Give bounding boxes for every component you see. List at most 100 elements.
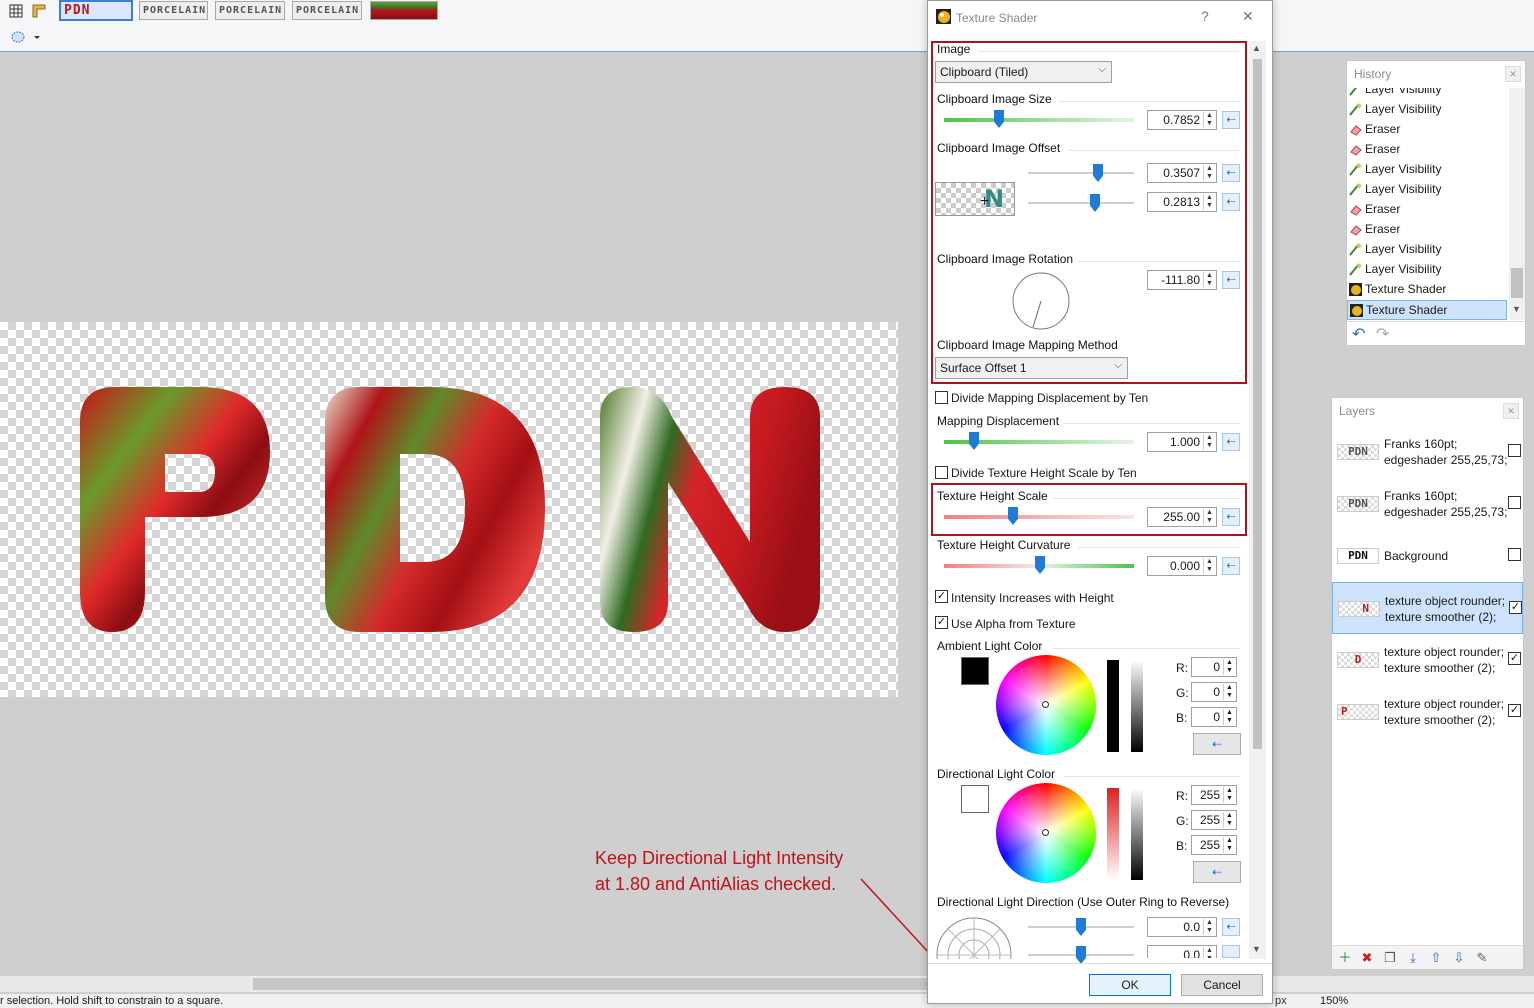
history-item[interactable]: Layer Visibility (1347, 100, 1507, 120)
ambient-r-input[interactable]: 0 ▲ ▼ (1191, 657, 1237, 677)
history-item[interactable]: Eraser (1347, 140, 1507, 160)
offset-preview[interactable]: N + (935, 182, 1015, 216)
ok-button[interactable]: OK (1089, 974, 1171, 996)
image-tab-porcelain-2[interactable]: PORCELAIN (215, 1, 285, 20)
layer-visibility-checkbox[interactable]: ✓ (1508, 704, 1521, 717)
layer-row[interactable]: PDN Franks 160pt; edgeshader 255,25,73; (1332, 426, 1523, 478)
mapping-method-select[interactable]: Surface Offset 1 ⌵ (935, 357, 1128, 379)
undo-icon[interactable]: ↶ (1352, 324, 1365, 344)
spin-button[interactable]: ▲▼ (1203, 558, 1215, 574)
history-item[interactable]: Texture Shader (1347, 300, 1507, 320)
history-close-icon[interactable]: ✕ (1505, 66, 1521, 82)
slider-knob[interactable] (969, 432, 979, 450)
curvature-reset-button[interactable]: ⇠ (1222, 557, 1240, 575)
size-input[interactable]: 0.7852 ▲ ▼ (1147, 110, 1217, 130)
spin-button[interactable]: ▲▼ (1203, 919, 1215, 935)
image-tab-porcelain-1[interactable]: PORCELAIN (139, 1, 208, 20)
size-reset-button[interactable]: ⇠ (1222, 111, 1240, 129)
direction-input-1[interactable]: 0.0 ▲ ▼ (1147, 917, 1217, 937)
history-item[interactable]: Texture Shader (1347, 280, 1507, 300)
layer-properties-icon[interactable]: ✎ (1474, 950, 1490, 966)
redo-icon[interactable]: ↷ (1376, 324, 1389, 344)
directional-color-swatch[interactable] (961, 785, 989, 813)
delete-layer-icon[interactable]: ✖ (1359, 950, 1375, 966)
dialog-titlebar[interactable]: Texture Shader ? ✕ (928, 1, 1272, 33)
height-scale-reset-button[interactable]: ⇠ (1222, 508, 1240, 526)
spin-button[interactable]: ▲▼ (1223, 837, 1235, 853)
displacement-slider[interactable] (944, 432, 1134, 450)
spin-button[interactable]: ▲▼ (1203, 434, 1215, 450)
direction-dial[interactable] (936, 915, 1014, 959)
wheel-handle[interactable] (1042, 701, 1049, 708)
directional-g-input[interactable]: 255 ▲ ▼ (1191, 810, 1237, 830)
directional-alpha-bar[interactable] (1131, 788, 1143, 880)
horizontal-scrollbar[interactable] (0, 976, 1534, 992)
history-item[interactable]: Layer Visibility (1347, 260, 1507, 280)
history-item[interactable]: Layer Visibility (1347, 88, 1507, 100)
directional-reset-button[interactable]: ⇠ (1193, 861, 1241, 883)
direction-reset-button-2[interactable] (1222, 945, 1240, 958)
history-list[interactable]: Layer Visibility Layer Visibility Eraser Er… (1347, 88, 1509, 320)
offset-x-input[interactable]: 0.3507 ▲ ▼ (1147, 163, 1217, 183)
merge-layer-down-icon[interactable]: ⤓ (1405, 950, 1421, 966)
dialog-scrollbar[interactable]: ▲ ▼ (1249, 41, 1266, 959)
close-button[interactable]: ✕ (1242, 8, 1254, 25)
curvature-slider[interactable] (944, 556, 1134, 574)
scroll-down-icon[interactable]: ▼ (1512, 304, 1521, 314)
zoom-level[interactable]: 150% (1320, 995, 1348, 1007)
offset-y-reset-button[interactable]: ⇠ (1222, 193, 1240, 211)
layer-row[interactable]: Dtexture object rounder; texture smoother… (1332, 634, 1523, 686)
rotation-reset-button[interactable]: ⇠ (1222, 271, 1240, 289)
offset-x-slider[interactable] (1028, 164, 1134, 182)
image-tab-flowers[interactable] (370, 1, 438, 20)
directional-r-input[interactable]: 255 ▲ ▼ (1191, 785, 1237, 805)
add-layer-icon[interactable]: ＋ (1337, 950, 1353, 966)
offset-y-input[interactable]: 0.2813 ▲ ▼ (1147, 192, 1217, 212)
intensity-checkbox[interactable]: ✓ (935, 590, 948, 603)
ambient-color-wheel[interactable] (996, 655, 1096, 755)
slider-knob[interactable] (1076, 946, 1086, 964)
ellipse-select-tool-icon[interactable] (10, 29, 42, 45)
slider-knob[interactable] (1076, 918, 1086, 936)
layer-row[interactable]: Ptexture object rounder; texture smoother… (1332, 686, 1523, 738)
directional-color-wheel[interactable] (996, 783, 1096, 883)
ambient-g-input[interactable]: 0 ▲ ▼ (1191, 682, 1237, 702)
ambient-value-bar[interactable] (1107, 660, 1119, 752)
spin-button[interactable]: ▲▼ (1223, 812, 1235, 828)
grid-icon[interactable] (8, 3, 24, 19)
ambient-alpha-bar[interactable] (1131, 660, 1143, 752)
slider-knob[interactable] (1035, 556, 1045, 574)
image-canvas[interactable] (0, 322, 898, 697)
rotation-dial[interactable] (1011, 271, 1071, 331)
scroll-up-icon[interactable]: ▲ (1252, 43, 1261, 53)
divide-mapping-checkbox[interactable] (935, 391, 948, 404)
history-item[interactable]: Layer Visibility (1347, 160, 1507, 180)
offset-x-reset-button[interactable]: ⇠ (1222, 164, 1240, 182)
scroll-down-icon[interactable]: ▼ (1252, 944, 1261, 954)
ambient-b-input[interactable]: 0 ▲ ▼ (1191, 707, 1237, 727)
direction-slider-1[interactable] (1028, 918, 1134, 936)
spin-button[interactable]: ▲▼ (1223, 709, 1235, 725)
history-scrollbar[interactable]: ▼ (1509, 88, 1525, 320)
alpha-checkbox[interactable]: ✓ (935, 616, 948, 629)
layer-visibility-checkbox[interactable]: ✓ (1508, 652, 1521, 665)
spin-button[interactable]: ▲▼ (1223, 684, 1235, 700)
history-item[interactable]: Layer Visibility (1347, 180, 1507, 200)
ruler-icon[interactable] (31, 3, 47, 19)
history-item[interactable]: Eraser (1347, 220, 1507, 240)
directional-b-input[interactable]: 255 ▲ ▼ (1191, 835, 1237, 855)
move-layer-up-icon[interactable]: ⇧ (1428, 950, 1444, 966)
cancel-button[interactable]: Cancel (1181, 974, 1263, 996)
spin-button[interactable]: ▲▼ (1203, 509, 1215, 525)
duplicate-layer-icon[interactable]: ❐ (1382, 950, 1398, 966)
unit-selector[interactable]: px (1275, 995, 1287, 1007)
spin-button[interactable]: ▲▼ (1203, 194, 1215, 210)
history-item[interactable]: Eraser (1347, 120, 1507, 140)
spin-button[interactable]: ▲▼ (1203, 272, 1215, 288)
direction-reset-button-1[interactable]: ⇠ (1222, 918, 1240, 936)
offset-y-slider[interactable] (1028, 194, 1134, 212)
scrollbar-thumb[interactable] (253, 978, 933, 990)
spin-button[interactable]: ▲▼ (1203, 947, 1215, 958)
spin-button[interactable]: ▲▼ (1223, 787, 1235, 803)
scrollbar-thumb[interactable] (1253, 59, 1262, 749)
